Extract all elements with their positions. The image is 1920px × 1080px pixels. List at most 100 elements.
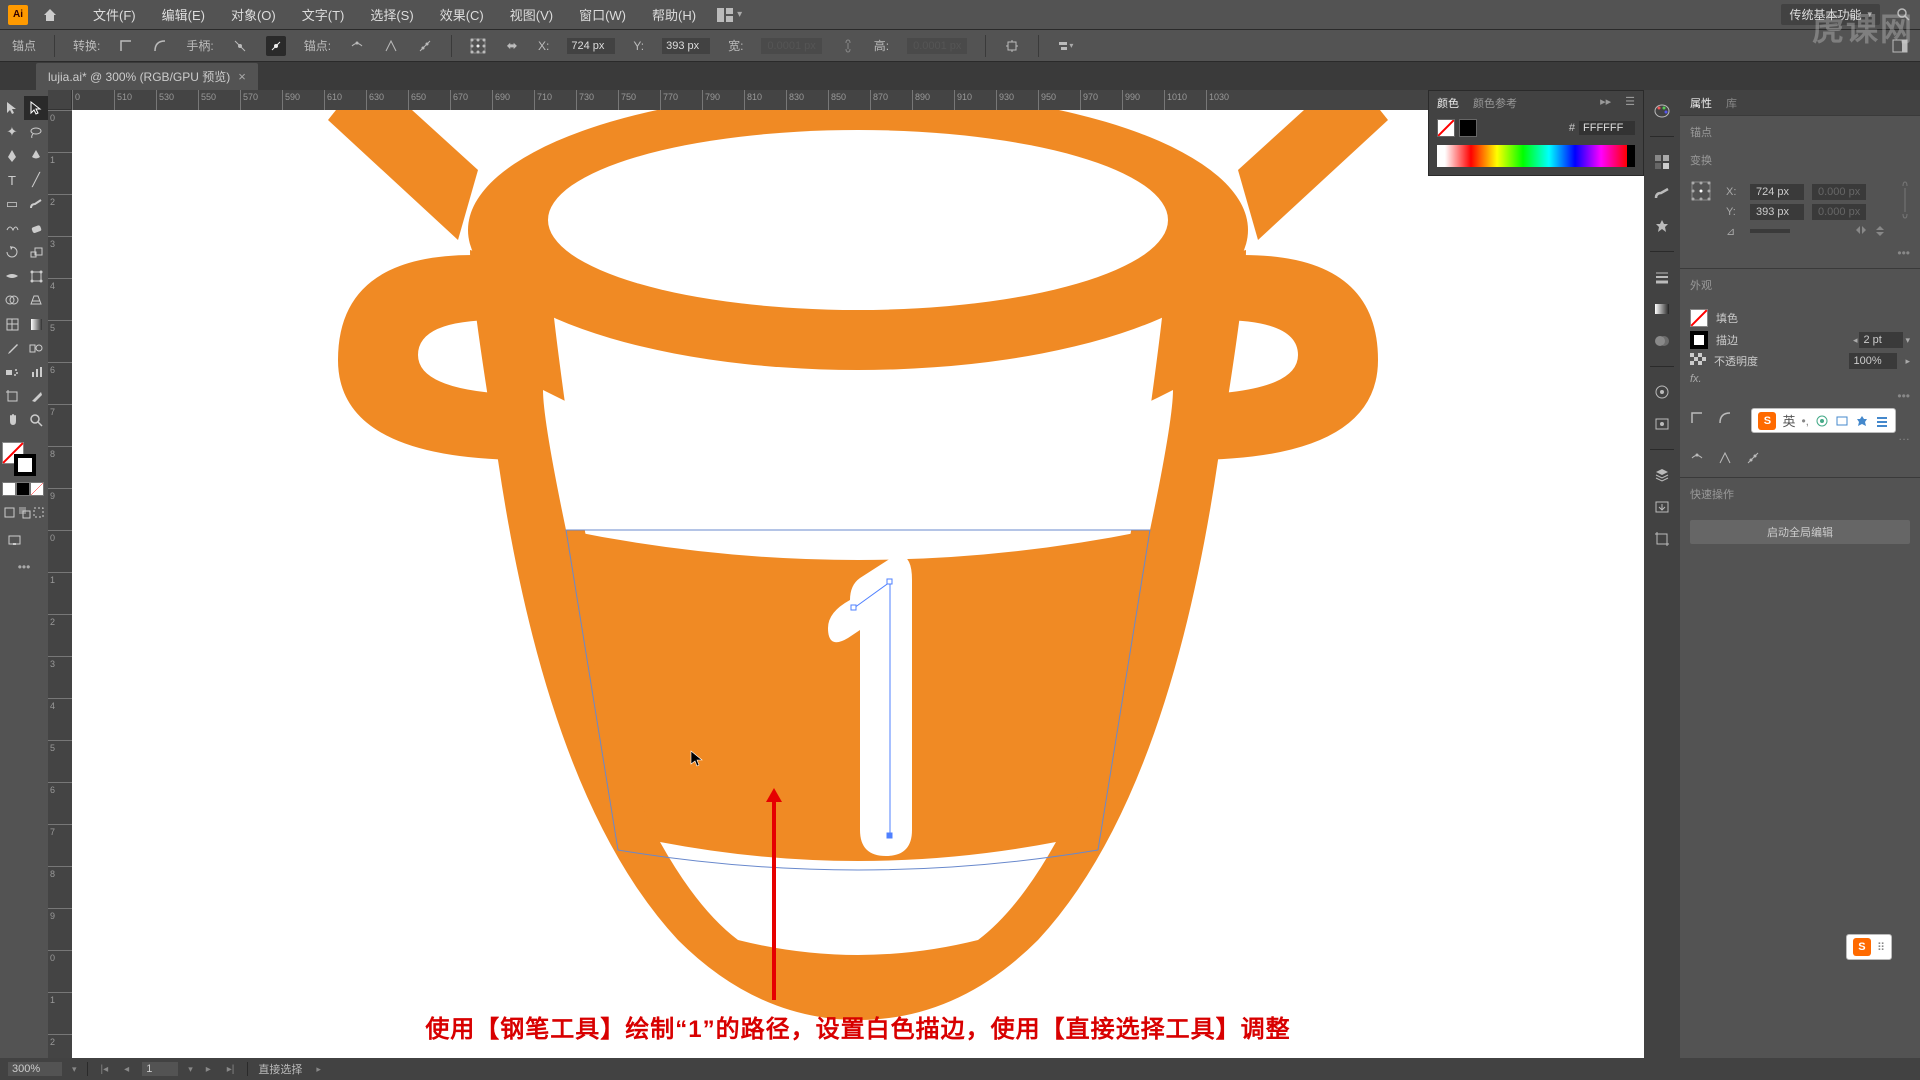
connect-anchor-prop[interactable] — [1718, 451, 1732, 465]
lasso-tool[interactable] — [24, 120, 48, 144]
ruler-origin[interactable] — [48, 90, 72, 110]
gradient-panel-icon[interactable] — [1651, 298, 1673, 320]
link-wh-icon[interactable] — [840, 38, 856, 54]
hand-tool[interactable] — [0, 408, 24, 432]
cut-path-icon[interactable] — [417, 38, 433, 54]
flip-h-icon[interactable] — [1854, 224, 1868, 236]
draw-normal-icon[interactable] — [2, 500, 17, 524]
ref-point-icon[interactable] — [470, 38, 486, 54]
menu-help[interactable]: 帮助(H) — [639, 0, 709, 30]
symbol-spray-tool[interactable] — [0, 360, 24, 384]
draw-behind-icon[interactable] — [17, 500, 32, 524]
appearance-panel-icon[interactable] — [1651, 381, 1673, 403]
link-xy-icon[interactable]: ⬌ — [504, 38, 520, 54]
color-panel-icon[interactable] — [1651, 100, 1673, 122]
rect-tool[interactable]: ▭ — [0, 192, 24, 216]
align-icon[interactable]: ▾ — [1057, 38, 1073, 54]
collapse-icon[interactable]: ▸▸ — [1600, 95, 1611, 111]
fill-stroke-swatch[interactable] — [0, 440, 48, 480]
flip-v-icon[interactable] — [1874, 224, 1886, 238]
transparency-panel-icon[interactable] — [1651, 330, 1673, 352]
nav-first[interactable]: |◂ — [98, 1064, 112, 1075]
slice-tool[interactable] — [24, 384, 48, 408]
artboard-tool[interactable] — [0, 384, 24, 408]
artboards-panel-icon[interactable] — [1651, 528, 1673, 550]
menu-edit[interactable]: 编辑(E) — [149, 0, 218, 30]
zoom-dropdown[interactable]: ▾ — [72, 1064, 77, 1075]
draw-inside-icon[interactable] — [31, 500, 46, 524]
ime-tool-icon[interactable] — [1855, 414, 1869, 428]
y-input[interactable] — [662, 38, 710, 54]
nav-next[interactable]: ▸ — [203, 1064, 214, 1075]
selection-tool[interactable] — [0, 96, 24, 120]
curvature-tool[interactable] — [24, 144, 48, 168]
mesh-tool[interactable] — [0, 312, 24, 336]
canvas[interactable]: 0510530550570590610630650670690710730750… — [48, 90, 1644, 1058]
close-icon[interactable]: × — [238, 69, 246, 84]
stroke-swatch[interactable] — [1690, 331, 1708, 349]
cut-path-prop[interactable] — [1746, 451, 1760, 465]
handle-hide-icon[interactable] — [266, 36, 286, 56]
nav-last[interactable]: ▸| — [224, 1064, 238, 1075]
stroke-weight-input[interactable] — [1859, 332, 1903, 348]
ruler-horizontal[interactable]: 0510530550570590610630650670690710730750… — [72, 90, 1644, 110]
shaper-tool[interactable] — [0, 216, 24, 240]
home-icon[interactable] — [40, 5, 60, 25]
menu-select[interactable]: 选择(S) — [357, 0, 426, 30]
line-tool[interactable]: ╱ — [24, 168, 48, 192]
libraries-tab[interactable]: 库 — [1726, 95, 1737, 111]
blend-tool[interactable] — [24, 336, 48, 360]
convert-corner-icon[interactable] — [118, 38, 134, 54]
eyedropper-tool[interactable] — [0, 336, 24, 360]
prop-y[interactable]: 393 px — [1750, 204, 1804, 220]
ime-keyboard-icon[interactable] — [1815, 414, 1829, 428]
fx-label[interactable]: fx. — [1690, 373, 1702, 385]
document-tab[interactable]: lujia.ai* @ 300% (RGB/GPU 预览) × — [36, 63, 258, 90]
opacity-input[interactable] — [1849, 353, 1897, 369]
opacity-dropdown[interactable]: ▸ — [1905, 356, 1910, 367]
ime-toolbar[interactable]: S 英 •, — [1751, 408, 1896, 433]
brush-tool[interactable] — [24, 192, 48, 216]
pen-tool[interactable] — [0, 144, 24, 168]
remove-anchor-prop[interactable] — [1690, 451, 1704, 465]
menu-object[interactable]: 对象(O) — [218, 0, 289, 30]
ime-menu-icon[interactable] — [1875, 414, 1889, 428]
x-input[interactable] — [567, 38, 615, 54]
ime-float-menu[interactable]: ⠿ — [1877, 941, 1885, 954]
perspective-tool[interactable] — [24, 288, 48, 312]
free-transform-tool[interactable] — [24, 264, 48, 288]
artboard-nav-input[interactable] — [142, 1062, 178, 1076]
prop-x[interactable]: 724 px — [1750, 184, 1804, 200]
brushes-panel-icon[interactable] — [1651, 183, 1673, 205]
remove-anchor-icon[interactable] — [349, 38, 365, 54]
color-guide-tab[interactable]: 颜色参考 — [1473, 95, 1517, 111]
connect-anchor-icon[interactable] — [383, 38, 399, 54]
asset-export-panel-icon[interactable] — [1651, 496, 1673, 518]
color-spectrum[interactable] — [1437, 145, 1635, 167]
gradient-tool[interactable] — [24, 312, 48, 336]
panel-menu-icon[interactable]: ☰ — [1625, 95, 1635, 111]
cp-stroke-swatch[interactable] — [1459, 119, 1477, 137]
workspace-switcher[interactable]: 传统基本功能▾ — [1781, 4, 1880, 25]
panel-toggle-icon[interactable] — [1892, 38, 1908, 54]
width-tool[interactable] — [0, 264, 24, 288]
color-chip-none[interactable] — [30, 482, 44, 496]
ime-skin-icon[interactable] — [1835, 414, 1849, 428]
swatches-panel-icon[interactable] — [1651, 151, 1673, 173]
ime-float[interactable]: S ⠿ — [1846, 934, 1892, 960]
artboard[interactable]: 使用【钢笔工具】绘制“1”的路径，设置白色描边，使用【直接选择工具】调整 — [72, 110, 1644, 1058]
zoom-tool[interactable] — [24, 408, 48, 432]
fill-swatch[interactable] — [1690, 309, 1708, 327]
symbols-panel-icon[interactable] — [1651, 215, 1673, 237]
shape-builder-tool[interactable] — [0, 288, 24, 312]
props-tab[interactable]: 属性 — [1690, 95, 1712, 111]
convert-smooth-icon[interactable] — [152, 38, 168, 54]
nav-prev[interactable]: ◂ — [121, 1064, 132, 1075]
more-options-icon[interactable]: ••• — [1690, 246, 1910, 260]
zoom-input[interactable] — [8, 1062, 62, 1076]
ime-punct-icon[interactable]: •, — [1801, 414, 1809, 428]
type-tool[interactable]: T — [0, 168, 24, 192]
ruler-vertical[interactable]: 0123456789012345678901234 — [48, 110, 72, 1058]
graphic-styles-panel-icon[interactable] — [1651, 413, 1673, 435]
edit-toolbar-icon[interactable]: ••• — [0, 560, 48, 574]
